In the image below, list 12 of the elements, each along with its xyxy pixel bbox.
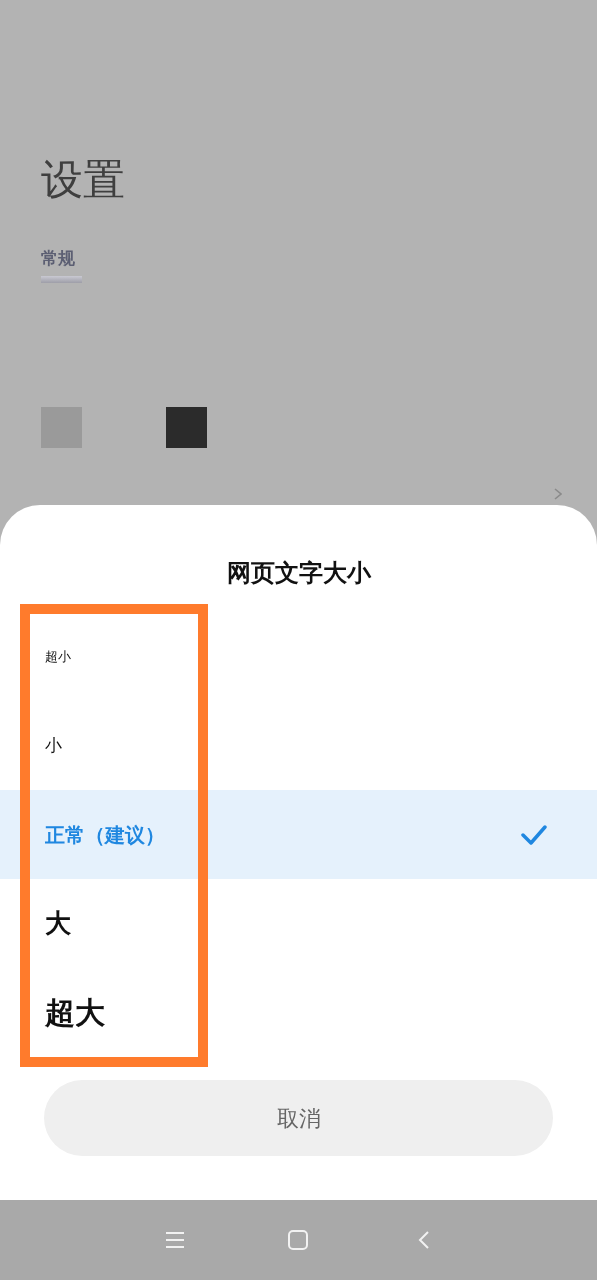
- section-underline: [41, 276, 82, 283]
- theme-swatch[interactable]: [166, 407, 207, 448]
- page-title: 设置: [41, 154, 125, 206]
- menu-icon[interactable]: [165, 1231, 185, 1249]
- cancel-button[interactable]: 取消: [44, 1080, 553, 1156]
- theme-swatch[interactable]: [41, 407, 82, 448]
- chevron-right-icon: [554, 488, 562, 500]
- section-label: 常规: [41, 247, 75, 270]
- check-icon: [521, 824, 547, 845]
- back-icon[interactable]: [418, 1230, 430, 1250]
- sheet-title: 网页文字大小: [226, 558, 371, 589]
- home-icon[interactable]: [288, 1230, 308, 1250]
